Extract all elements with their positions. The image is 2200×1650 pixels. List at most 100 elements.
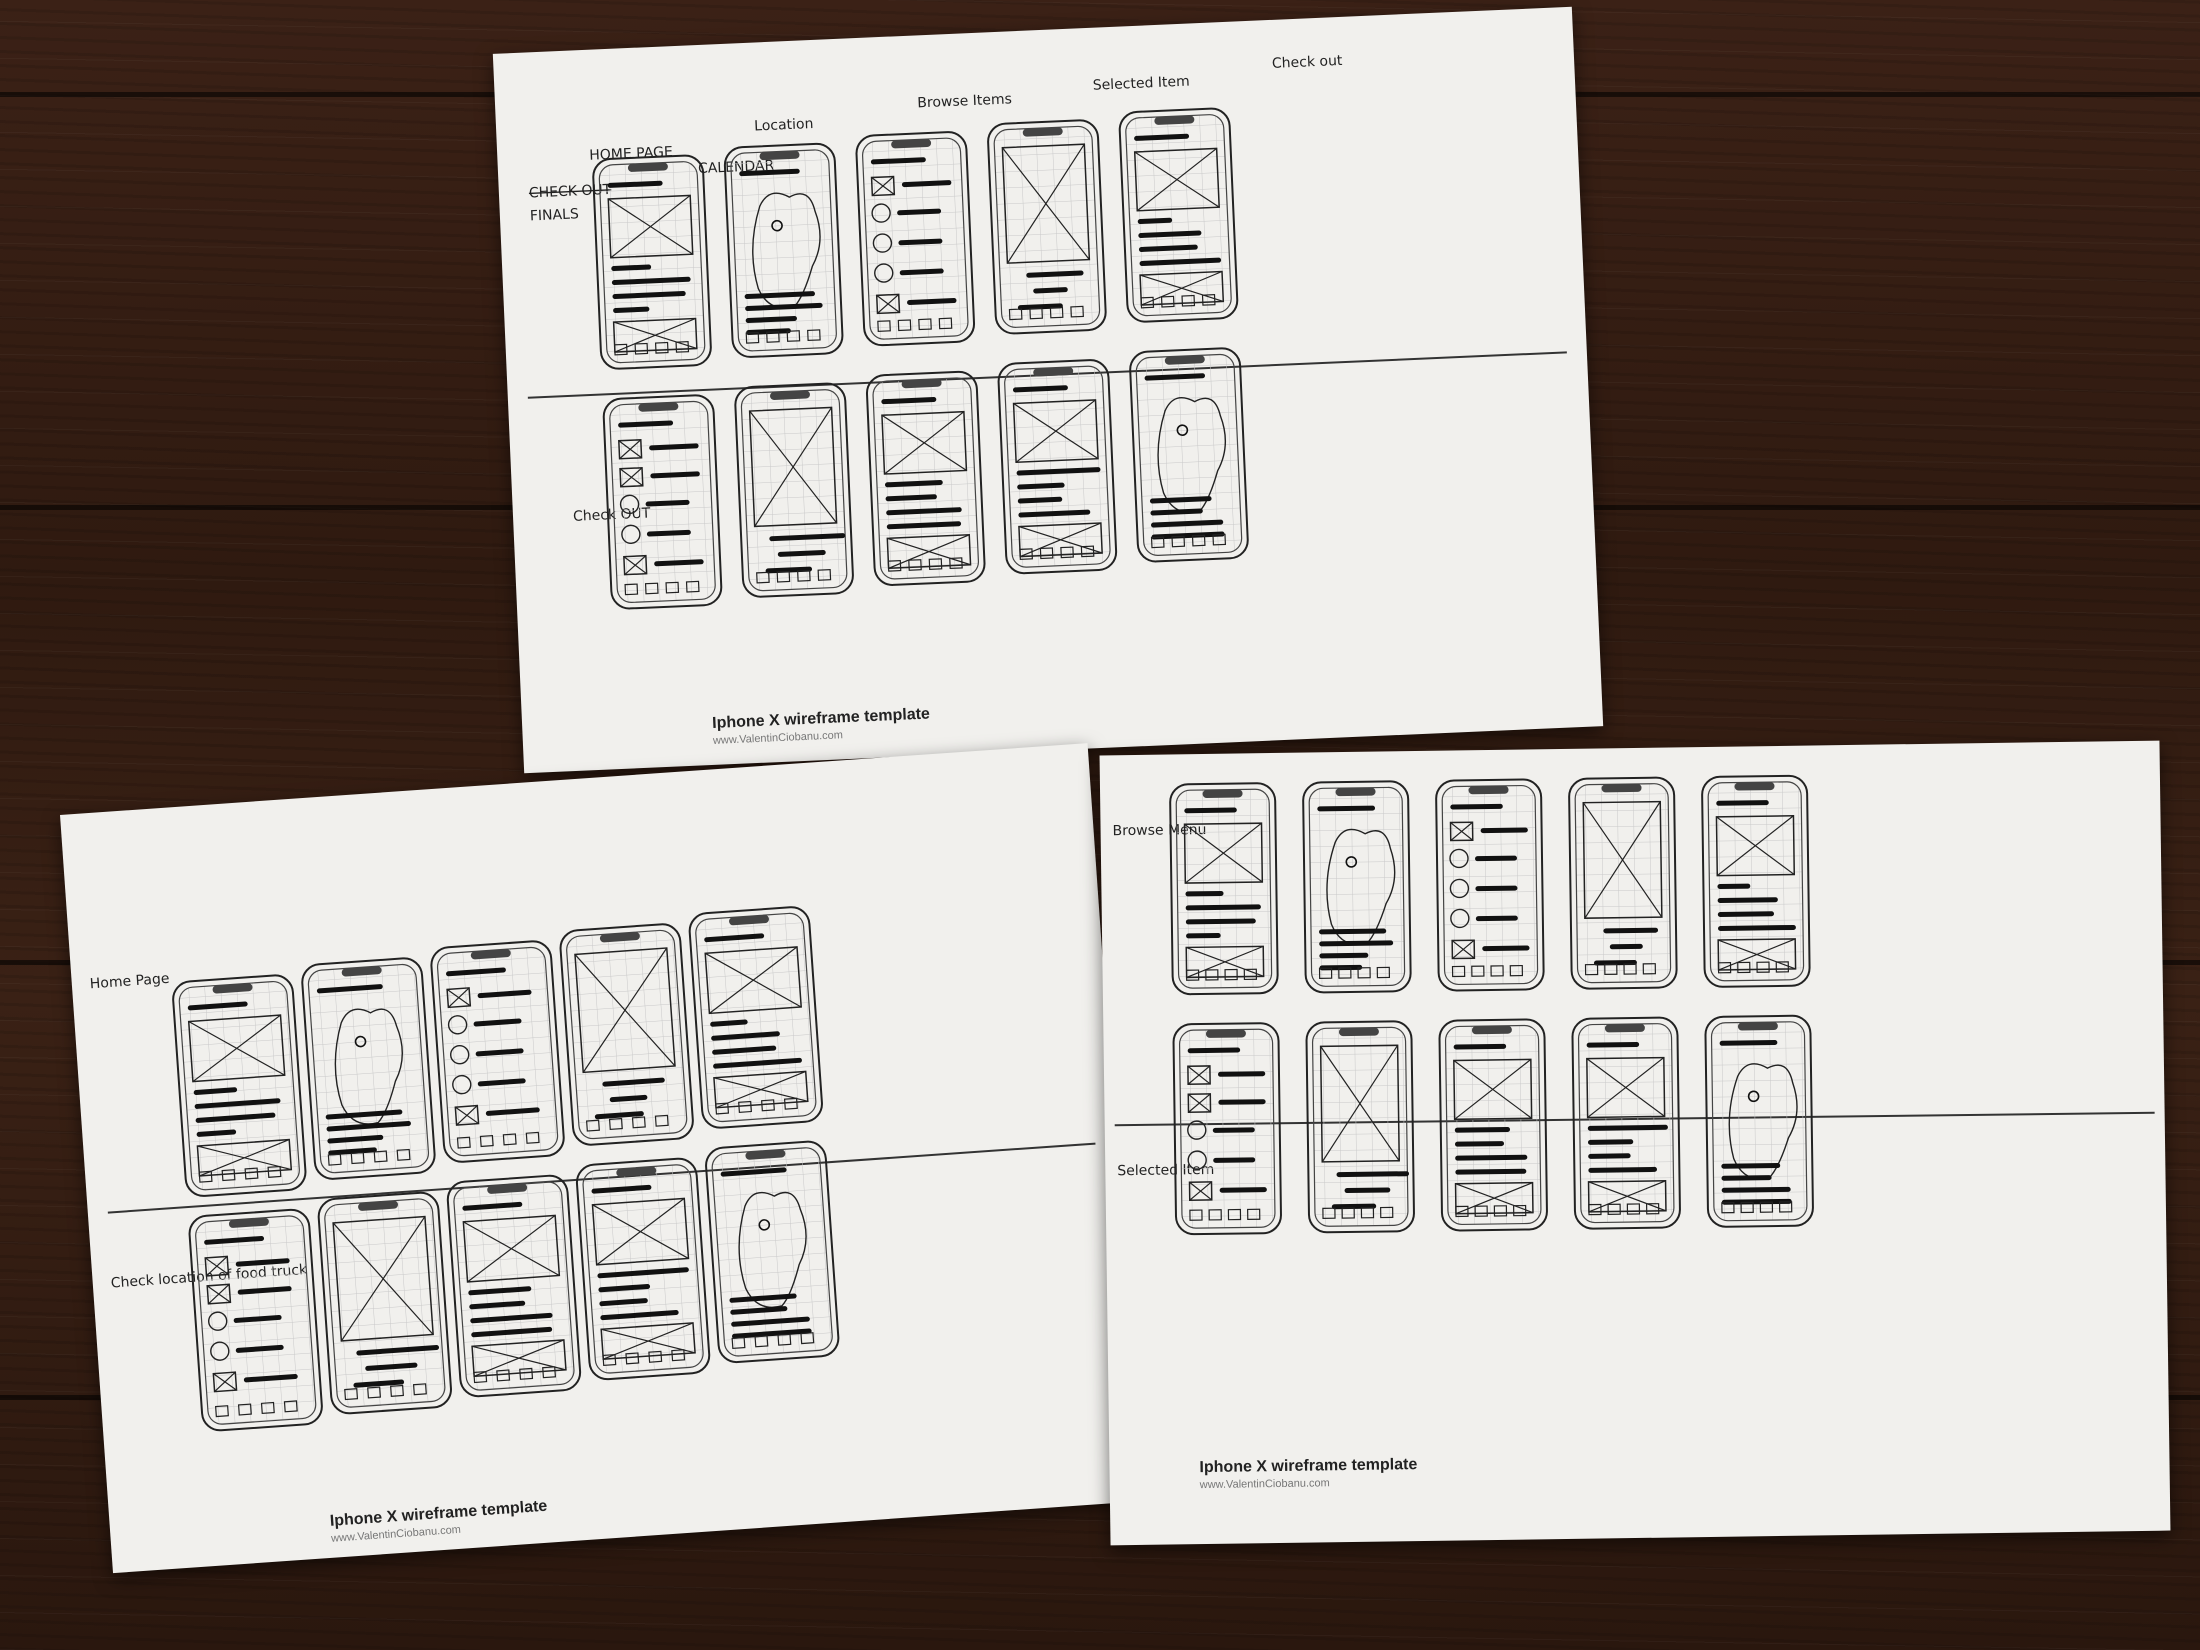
phone-wireframe: [865, 370, 986, 586]
ink-bar: [1213, 1157, 1256, 1163]
phone-wireframe: [1435, 778, 1545, 992]
phone-notch: [1604, 1023, 1645, 1033]
phone-wireframe: [188, 1208, 323, 1432]
ink-bar: [1475, 885, 1518, 892]
phone-notch: [1734, 782, 1775, 791]
ink-bar: [1717, 883, 1751, 889]
phone-screen: [178, 980, 300, 1191]
ink-bar: [1450, 803, 1503, 810]
phone-wireframe: [1305, 1020, 1415, 1234]
ink-bar: [1344, 1187, 1391, 1194]
ink-bar: [1475, 855, 1518, 862]
phone-screen: [324, 1198, 446, 1408]
phones-left: [172, 906, 840, 1432]
ink-bar: [1187, 1047, 1241, 1054]
wireframe-sheet-top: HOME PAGE Location Browse Items Selected…: [492, 6, 1604, 774]
ink-bar: [1454, 1126, 1511, 1133]
ink-bar: [1185, 918, 1256, 925]
phone-wireframe: [1302, 780, 1412, 994]
phone-screen: [566, 929, 688, 1140]
phone-screen: [1574, 783, 1672, 984]
ink-bar: [1609, 943, 1643, 950]
ink-bar: [1721, 1186, 1791, 1193]
phone-screen: [1707, 781, 1805, 982]
sheet-left-drawing: Home Page Check location of food truck: [89, 906, 1096, 1432]
phone-wireframe: [1701, 774, 1811, 988]
ink-bar: [1717, 911, 1775, 917]
ink-bar: [1185, 904, 1261, 911]
ink-bar: [1184, 807, 1237, 814]
ink-bar: [1588, 1166, 1658, 1173]
phone-notch: [1338, 1027, 1379, 1037]
phone-wireframe: [1704, 1014, 1814, 1228]
phone-wireframe: [446, 1174, 582, 1398]
ink-bar: [1317, 805, 1376, 812]
ink-bar: [1454, 1141, 1505, 1147]
phone-screen: [1175, 788, 1273, 989]
phone-wireframe: [1169, 782, 1279, 996]
phone-wireframe: [430, 940, 565, 1163]
phones-top: [592, 107, 1249, 610]
ink-bar: [1716, 800, 1769, 806]
phone-notch: [1601, 783, 1642, 793]
phone-notch: [1737, 1022, 1778, 1031]
phone-wireframe: [575, 1157, 711, 1381]
label-location: Location: [754, 116, 814, 135]
phone-notch: [1335, 787, 1376, 797]
phone-screen: [307, 963, 430, 1174]
ink-bar: [1455, 1168, 1527, 1175]
ink-bar: [1482, 945, 1530, 952]
phone-notch: [1468, 785, 1509, 795]
ink-bar: [1218, 1099, 1266, 1105]
sheet-top-drawing: HOME PAGE Location Browse Items Selected…: [527, 53, 1567, 610]
phone-notch: [1202, 789, 1243, 798]
phone-wireframe: [1129, 347, 1249, 563]
phone-wireframe: [317, 1191, 452, 1415]
sheet-url: www.ValentinCiobanu.com: [1199, 1477, 1330, 1492]
phone-screen: [1577, 1023, 1675, 1224]
phone-wireframe: [172, 974, 307, 1197]
ink-bar: [1336, 1171, 1410, 1178]
ink-bar: [1319, 952, 1369, 959]
phone-wireframe: [1568, 776, 1678, 990]
ink-bar: [1721, 1175, 1772, 1181]
phone-wireframe: [559, 923, 694, 1146]
ink-bar: [1719, 1040, 1778, 1046]
ink-bar: [1455, 1154, 1528, 1161]
ink-bar: [1475, 915, 1518, 922]
ink-bar: [1603, 927, 1659, 934]
ink-bar: [1588, 1153, 1631, 1159]
phone-notch: [1205, 1029, 1246, 1038]
ink-bar: [1587, 1139, 1634, 1145]
sheet-right-drawing: Browse Menu Selected Item: [1112, 774, 2155, 1236]
phone-screen: [711, 1147, 833, 1357]
phones-right: [1169, 774, 1814, 1236]
phone-wireframe: [855, 131, 976, 347]
label-finals: FINALS: [530, 206, 580, 224]
phone-notch: [1471, 1025, 1512, 1035]
ink-bar: [1586, 1041, 1640, 1048]
phone-wireframe: [602, 394, 723, 610]
ink-bar: [1319, 940, 1394, 947]
ink-bar: [1319, 928, 1387, 935]
phone-wireframe: [301, 957, 436, 1180]
phone-wireframe: [997, 359, 1118, 575]
ink-bar: [1721, 1163, 1781, 1169]
phone-wireframe: [1438, 1018, 1548, 1232]
ink-bar: [1717, 897, 1778, 903]
phone-screen: [695, 912, 817, 1123]
phone-wireframe: [592, 154, 712, 370]
ink-bar: [1219, 1187, 1267, 1193]
phone-wireframe: [987, 119, 1107, 335]
ink-bar: [1212, 1127, 1255, 1133]
wireframe-sheet-left: Home Page Check location of food truck I…: [60, 743, 1141, 1574]
label-home-page-left: Home Page: [89, 971, 170, 993]
phone-wireframe: [705, 1140, 840, 1364]
ink-bar: [1185, 890, 1224, 897]
sheet-caption: Iphone X wireframe template: [1199, 1456, 1418, 1477]
wireframe-sheet-right: Browse Menu Selected Item Iphone X wiref…: [1099, 740, 2171, 1546]
phone-screen: [1311, 1026, 1409, 1227]
phone-wireframe: [688, 906, 823, 1129]
phone-wireframe: [1118, 107, 1239, 323]
phone-screen: [453, 1181, 575, 1391]
